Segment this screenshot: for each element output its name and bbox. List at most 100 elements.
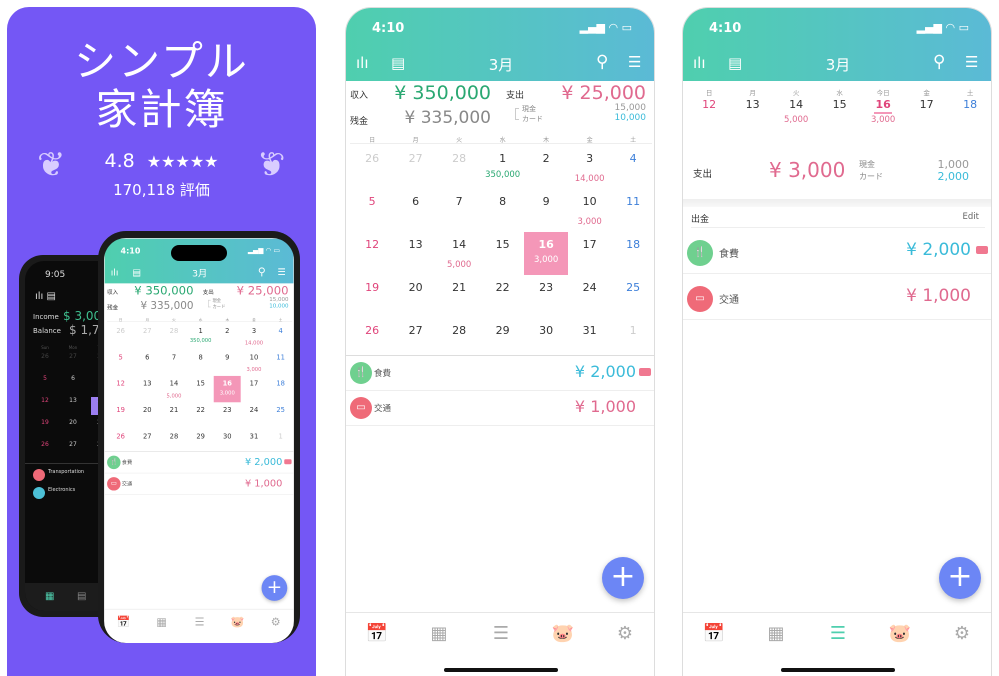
calendar-day[interactable]: 17 [568,232,612,275]
calendar-day[interactable]: 18 [267,376,293,402]
calendar-day[interactable]: 17 [240,376,267,402]
dark-calendar-day[interactable]: 12 [35,397,55,415]
calendar-day[interactable]: 5 [107,350,134,376]
list-tab[interactable]: ☰ [181,616,219,629]
entry-row[interactable]: 🍴 食費 ¥ 2,000 [346,356,654,391]
month-tab[interactable]: ▦ [143,616,181,629]
dark-month-tab[interactable]: ▤ [77,591,86,602]
savings-tab[interactable]: 🐷 [869,623,931,644]
calendar-day[interactable]: 8 [187,350,214,376]
calendar-day[interactable]: 25 [267,402,293,428]
entry-row[interactable]: ▭ 交通 ¥ 1,000 [346,391,654,426]
calendar-day[interactable]: 11 [611,189,654,232]
dark-calendar-day[interactable]: 27 [63,441,83,459]
add-button[interactable]: + [602,557,644,599]
calendar-tab[interactable]: 📅 [105,616,143,629]
savings-tab[interactable]: 🐷 [219,616,257,629]
week-day[interactable]: 15 [818,96,862,139]
week-day[interactable]: 14 5,000 [774,96,818,139]
calendar-day[interactable]: 3 14,000 [240,323,267,349]
week-day[interactable]: 18 [948,96,991,139]
calendar-day[interactable]: 5 [350,189,394,232]
calendar-day[interactable]: 6 [394,189,438,232]
filter-icon[interactable]: ☰ [965,53,978,71]
week-day[interactable]: 13 [731,96,775,139]
calendar-day[interactable]: 10 3,000 [568,189,612,232]
calendar-day[interactable]: 27 [134,323,161,349]
calendar-day[interactable]: 23 [214,402,241,428]
search-icon[interactable]: ⚲ [258,266,266,278]
dark-calendar-day[interactable]: 6 [63,375,83,393]
dark-calendar-day[interactable]: 5 [35,375,55,393]
calendar-day[interactable]: 20 [134,402,161,428]
chart-icon[interactable]: ılı [693,54,706,72]
dark-calendar-day[interactable]: 26 [35,353,55,371]
edit-button[interactable]: Edit [963,212,979,222]
dark-calendar-day[interactable]: 27 [63,353,83,371]
calendar-day[interactable]: 19 [107,402,134,428]
list-icon[interactable]: ▤ [132,267,141,278]
filter-icon[interactable]: ☰ [628,53,641,71]
dark-calendar-day[interactable]: 26 [35,441,55,459]
calendar-day[interactable]: 25 [611,275,654,318]
calendar-day[interactable]: 7 [160,350,187,376]
calendar-day[interactable]: 14 5,000 [160,376,187,402]
calendar-day[interactable]: 13 [394,232,438,275]
calendar-day[interactable]: 28 [437,146,481,189]
calendar-day[interactable]: 27 [394,146,438,189]
calendar-day[interactable]: 3 14,000 [568,146,612,189]
calendar-day[interactable]: 8 [481,189,525,232]
calendar-day[interactable]: 24 [568,275,612,318]
settings-tab[interactable]: ⚙ [594,623,654,644]
entry-row[interactable]: ▭ 交通 ¥ 1,000 [683,274,991,320]
calendar-day[interactable]: 19 [350,275,394,318]
calendar-day[interactable]: 9 [524,189,568,232]
calendar-day[interactable]: 12 [350,232,394,275]
list-tab[interactable]: ☰ [807,623,869,644]
calendar-day[interactable]: 20 [394,275,438,318]
calendar-day[interactable]: 7 [437,189,481,232]
calendar-day[interactable]: 28 [160,323,187,349]
calendar-day[interactable]: 26 [350,146,394,189]
calendar-tab[interactable]: 📅 [346,623,408,644]
calendar-day[interactable]: 9 [214,350,241,376]
chart-icon[interactable]: ılı [111,267,119,278]
dark-calendar-day[interactable]: 19 [35,419,55,437]
calendar-day[interactable]: 1 350,000 [481,146,525,189]
calendar-day[interactable]: 26 [107,323,134,349]
filter-icon[interactable]: ☰ [277,266,285,277]
calendar-day[interactable]: 21 [437,275,481,318]
search-icon[interactable]: ⚲ [596,52,608,72]
dark-calendar-day[interactable]: 13 [63,397,83,415]
calendar-day[interactable]: 2 [214,323,241,349]
calendar-day[interactable]: 10 3,000 [240,350,267,376]
calendar-day[interactable]: 14 5,000 [437,232,481,275]
settings-tab[interactable]: ⚙ [931,623,991,644]
dark-chart-icon[interactable]: ılı ▤ [35,291,56,302]
calendar-day[interactable]: 1 350,000 [187,323,214,349]
calendar-day[interactable]: 22 [481,275,525,318]
entry-row[interactable]: 🍴 食費 ¥ 2,000 [683,228,991,274]
entry-row[interactable]: ▭ 交通 ¥ 1,000 [104,473,294,495]
savings-tab[interactable]: 🐷 [532,623,594,644]
calendar-day[interactable]: 2 [524,146,568,189]
calendar-day[interactable]: 4 [611,146,654,189]
week-day[interactable]: 17 [905,96,949,139]
list-tab[interactable]: ☰ [470,623,532,644]
calendar-tab[interactable]: 📅 [683,623,745,644]
calendar-day[interactable]: 15 [187,376,214,402]
calendar-day[interactable]: 6 [134,350,161,376]
calendar-day[interactable]: 24 [240,402,267,428]
month-tab[interactable]: ▦ [408,623,470,644]
list-icon[interactable]: ▤ [728,54,742,72]
entry-row[interactable]: 🍴 食費 ¥ 2,000 [104,452,294,474]
calendar-day[interactable]: 12 [107,376,134,402]
week-day[interactable]: 12 [687,96,731,139]
calendar-day[interactable]: 16 3,000 [524,232,569,275]
settings-tab[interactable]: ⚙ [257,616,294,629]
list-icon[interactable]: ▤ [391,54,405,72]
calendar-day[interactable]: 16 3,000 [213,375,241,403]
dark-calendar-tab[interactable]: ▦ [45,591,54,602]
calendar-day[interactable]: 11 [267,350,293,376]
calendar-day[interactable]: 21 [160,402,187,428]
